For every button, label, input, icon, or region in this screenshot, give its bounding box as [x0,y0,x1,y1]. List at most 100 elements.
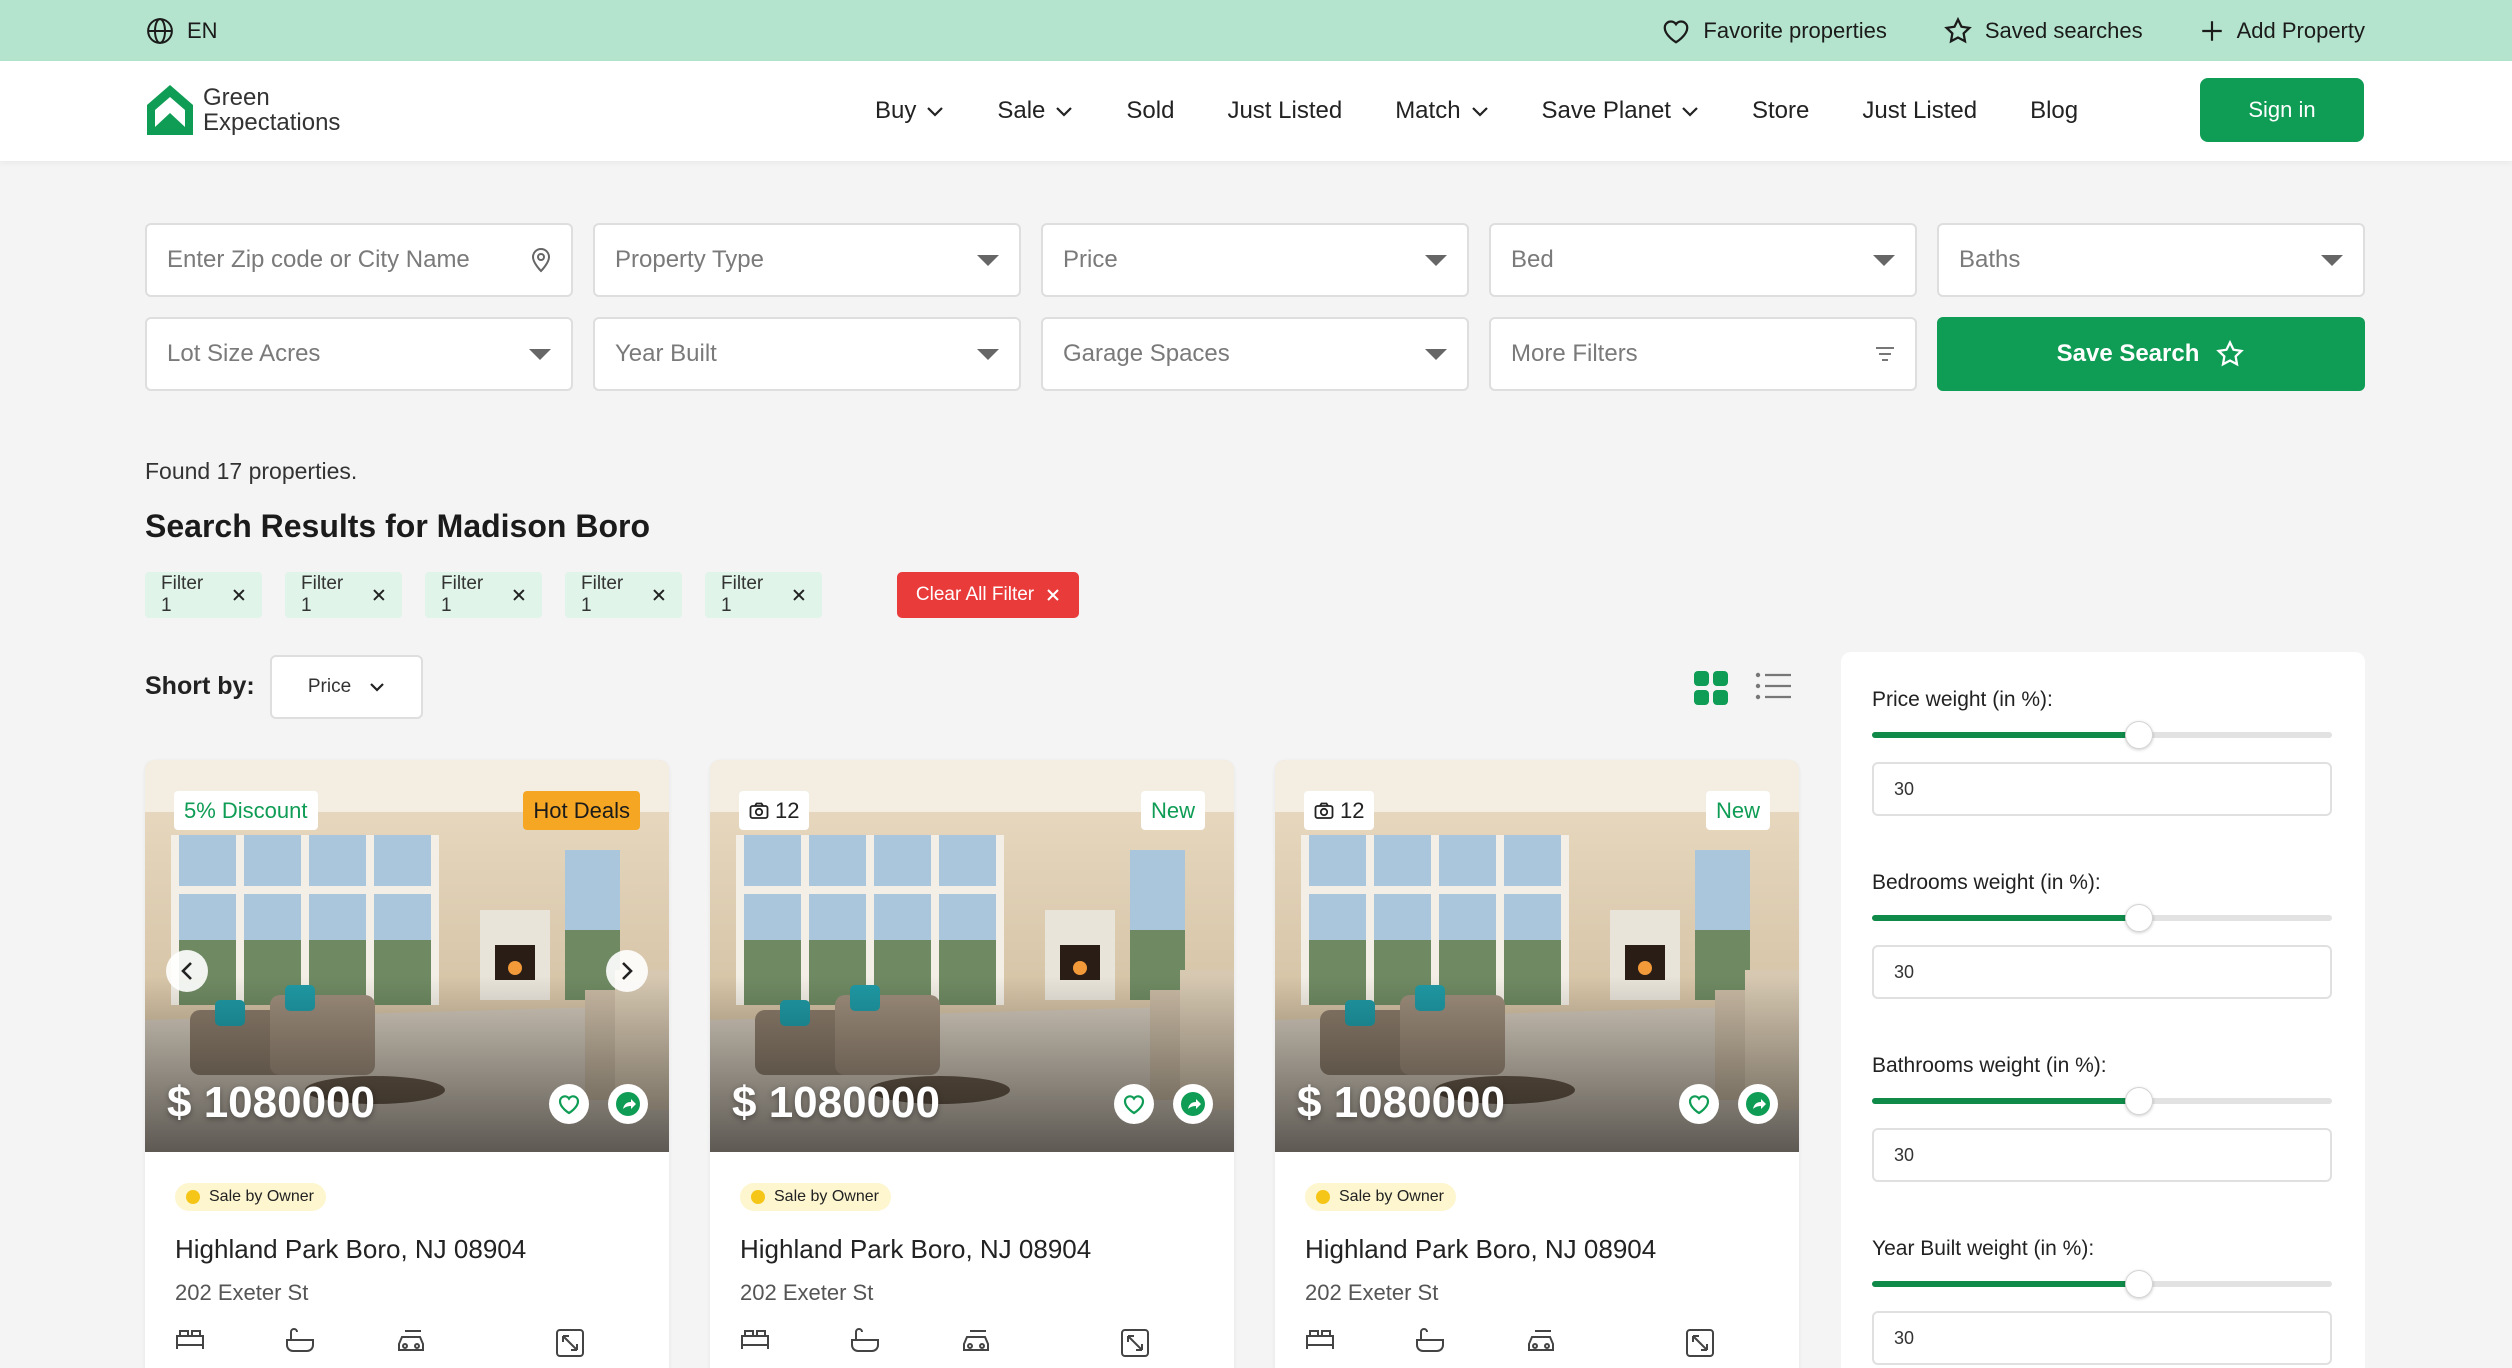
property-price: $ 1080000 [167,1078,375,1127]
property-address[interactable]: Highland Park Boro, NJ 08904 [740,1234,1091,1265]
property-photo[interactable]: 5% Discount Hot Deals $ 1080000 [145,760,669,1152]
nav-item-just-listed-2[interactable]: Just Listed [1862,97,1977,125]
nav-item-blog[interactable]: Blog [2030,97,2078,125]
garage-icon [1528,1330,1554,1351]
close-icon[interactable] [652,588,666,602]
nav-item-label: Just Listed [1227,97,1343,124]
close-icon[interactable] [512,588,526,602]
property-card[interactable]: 12 New $ 1080000 Sale by Owner Highland … [710,760,1234,1368]
add-property-label: Add Property [2236,17,2365,43]
property-street: 202 Exeter St [740,1280,874,1305]
property-photo[interactable]: 12 New $ 1080000 [1275,760,1799,1152]
filter-chip[interactable]: Filter 1 [285,572,402,618]
property-price: $ 1080000 [1297,1078,1505,1127]
filter-chip[interactable]: Filter 1 [565,572,682,618]
favorite-button[interactable] [549,1084,589,1124]
favorite-properties-link[interactable]: Favorite properties [1661,17,1887,45]
favorite-button[interactable] [1114,1084,1154,1124]
filter-chip[interactable]: Filter 1 [145,572,262,618]
property-card[interactable]: 5% Discount Hot Deals $ 1080000 Sale by … [145,760,669,1368]
chevron-down-icon [1682,107,1698,117]
bedrooms-weight-slider[interactable] [1872,904,2332,932]
share-button[interactable] [608,1084,648,1124]
nav-item-label: Buy [875,97,917,124]
slider-handle[interactable] [2124,904,2153,932]
property-street: 202 Exeter St [175,1280,309,1305]
lot-size-label: Lot Size Acres [167,340,321,367]
bathrooms-weight-slider[interactable] [1872,1087,2332,1115]
next-photo-button[interactable] [606,950,648,992]
bathrooms-weight-input[interactable]: 30 [1872,1128,2332,1182]
nav-item-sale[interactable]: Sale [997,97,1073,125]
year-built-select[interactable]: Year Built [593,317,1021,391]
grid-view-icon[interactable] [1694,671,1728,705]
sort-select[interactable]: Price [270,655,423,719]
brand-logo[interactable]: Green Expectations [145,83,340,137]
favorite-button[interactable] [1679,1084,1719,1124]
bed-icon [741,1330,769,1349]
year-built-weight-slider[interactable] [1872,1270,2332,1298]
bed-label: Bed [1511,246,1554,273]
language-selector[interactable]: EN [145,0,218,61]
saved-searches-link[interactable]: Saved searches [1943,16,2143,46]
price-weight-slider[interactable] [1872,721,2332,749]
year-built-weight-input[interactable]: 30 [1872,1311,2332,1365]
property-address[interactable]: Highland Park Boro, NJ 08904 [175,1234,526,1265]
prev-photo-button[interactable] [166,950,208,992]
list-view-icon[interactable] [1755,671,1791,701]
close-icon[interactable] [232,588,246,602]
zip-city-input[interactable]: Enter Zip code or City Name [145,223,573,297]
filter-icon [1876,347,1894,361]
filter-chip-label: Filter 1 [581,573,624,616]
garage-icon [963,1330,989,1351]
clear-all-label: Clear All Filter [915,584,1035,605]
nav-item-sold[interactable]: Sold [1126,97,1174,125]
price-weight-label: Price weight (in %): [1872,688,2053,711]
new-tag: New [1705,791,1770,830]
add-property-link[interactable]: Add Property [2199,18,2365,44]
sign-in-button[interactable]: Sign in [2200,78,2364,142]
baths-label: Baths [1959,246,2021,273]
filter-chip-label: Filter 1 [161,573,204,616]
chevron-left-icon [181,962,192,980]
price-weight-input[interactable]: 30 [1872,762,2332,816]
weights-panel: Price weight (in %): 30 Bedrooms weight … [1841,652,2365,1368]
nav-item-match[interactable]: Match [1395,97,1488,125]
share-button[interactable] [1738,1084,1778,1124]
photo-count: 12 [1340,797,1365,823]
price-select[interactable]: Price [1041,223,1469,297]
area-icon [556,1329,584,1357]
save-search-button[interactable]: Save Search [1937,317,2365,391]
clear-all-filter-button[interactable]: Clear All Filter [897,572,1079,618]
property-photo[interactable]: 12 New $ 1080000 [710,760,1234,1152]
nav-item-save-planet[interactable]: Save Planet [1542,97,1699,125]
close-icon[interactable] [372,588,386,602]
share-button[interactable] [1173,1084,1213,1124]
slider-handle[interactable] [2124,1270,2153,1298]
sale-by-owner-badge: Sale by Owner [1305,1183,1456,1211]
slider-handle[interactable] [2124,1087,2153,1115]
brand-line2: Expectations [203,109,341,136]
close-icon[interactable] [792,588,806,602]
bed-icon [1306,1330,1334,1349]
more-filters-button[interactable]: More Filters [1489,317,1917,391]
property-card[interactable]: 12 New $ 1080000 Sale by Owner Highland … [1275,760,1799,1368]
filter-chip[interactable]: Filter 1 [425,572,542,618]
lot-size-select[interactable]: Lot Size Acres [145,317,573,391]
nav-item-just-listed[interactable]: Just Listed [1227,97,1342,125]
property-street: 202 Exeter St [1305,1280,1439,1305]
nav-item-label: Just Listed [1862,97,1978,124]
caret-down-icon [1425,254,1447,266]
nav-item-store[interactable]: Store [1752,97,1809,125]
bed-select[interactable]: Bed [1489,223,1917,297]
filter-chip[interactable]: Filter 1 [705,572,822,618]
chevron-down-icon [927,107,944,117]
property-address[interactable]: Highland Park Boro, NJ 08904 [1305,1234,1656,1265]
slider-handle[interactable] [2124,721,2153,749]
property-type-select[interactable]: Property Type [593,223,1021,297]
nav-item-label: Blog [2030,97,2079,124]
baths-select[interactable]: Baths [1937,223,2365,297]
bedrooms-weight-input[interactable]: 30 [1872,945,2332,999]
garage-spaces-select[interactable]: Garage Spaces [1041,317,1469,391]
nav-item-buy[interactable]: Buy [875,97,944,125]
